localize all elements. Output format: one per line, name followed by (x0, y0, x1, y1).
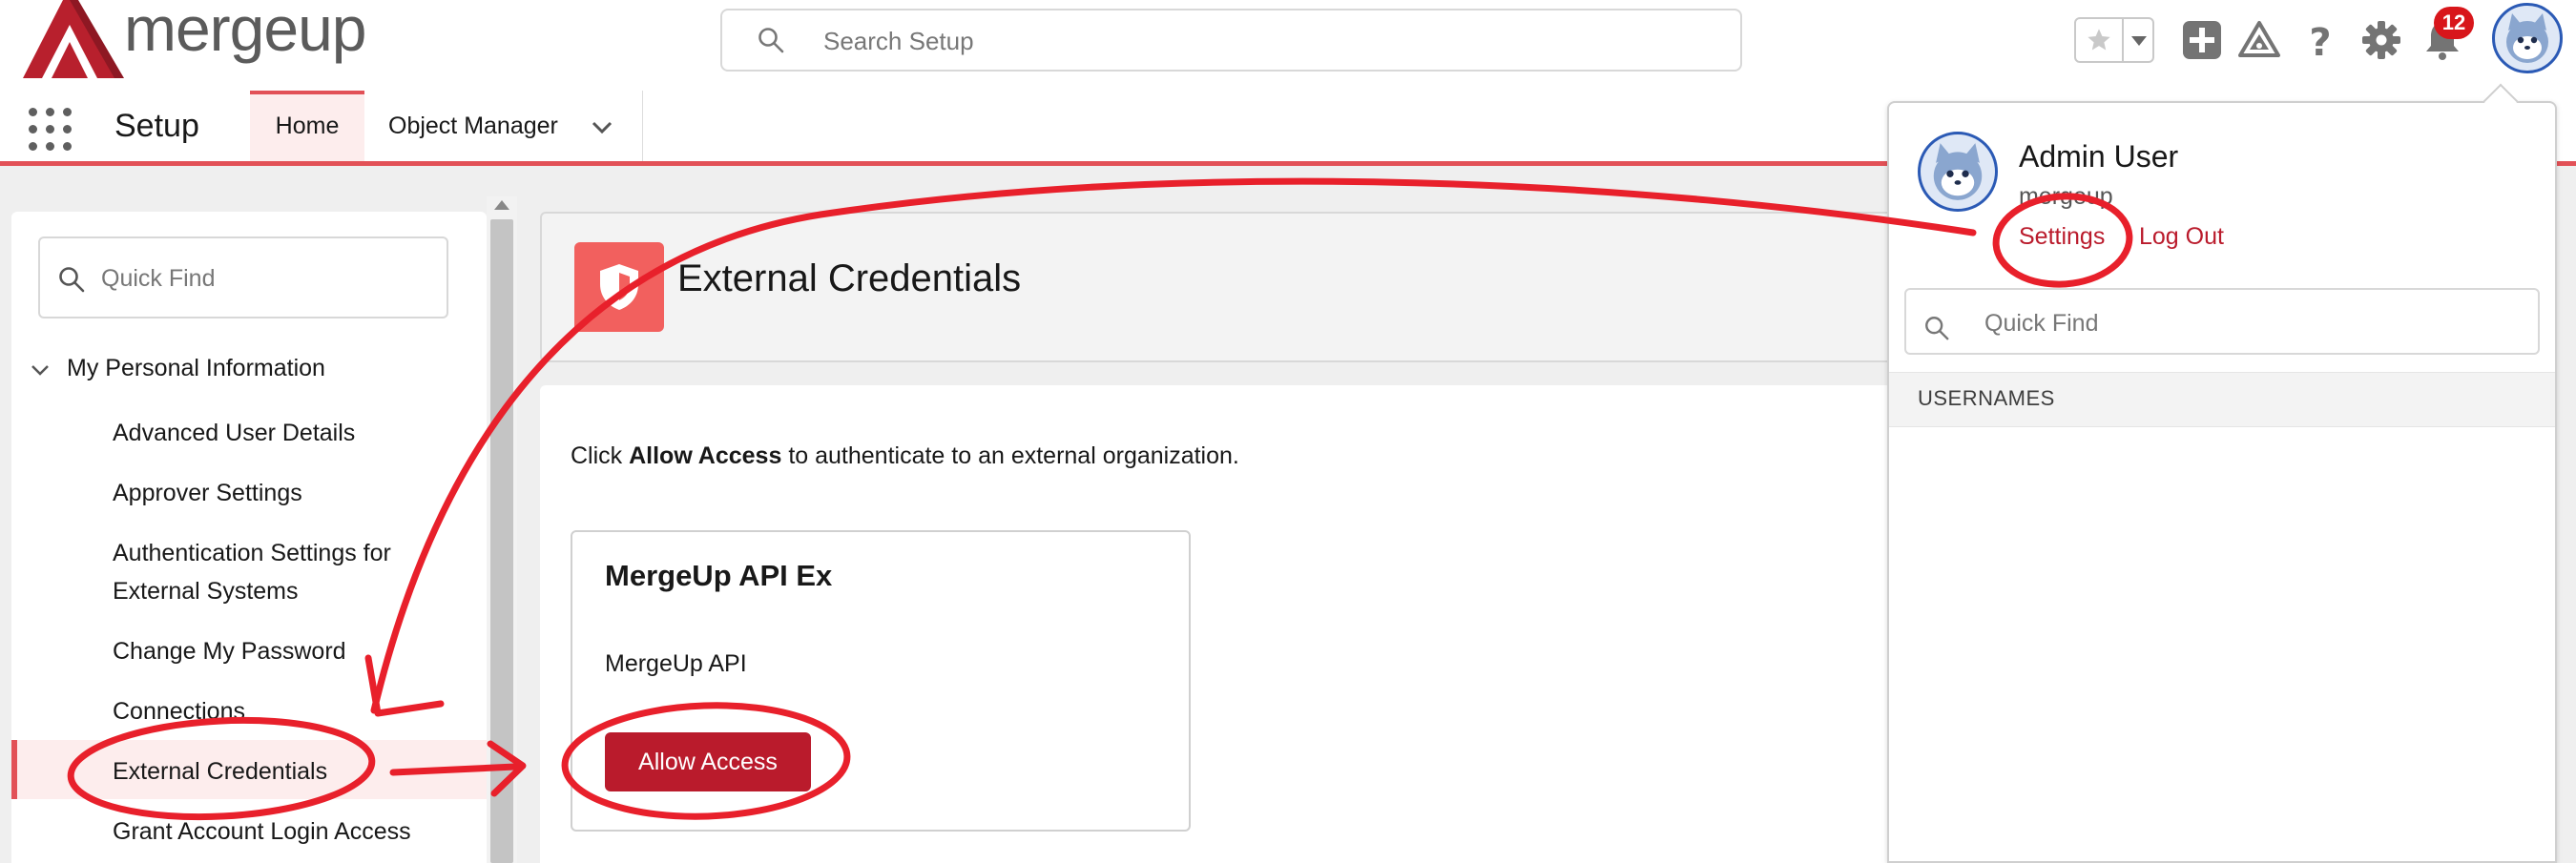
credential-subtitle: MergeUp API (605, 650, 747, 677)
gear-icon[interactable] (2358, 17, 2404, 63)
sidebar-item-label-line1: Authentication Settings for (113, 540, 391, 566)
sidebar-selected-indicator (11, 740, 17, 799)
sidebar-quick-find[interactable] (38, 236, 448, 318)
notification-badge: 12 (2434, 7, 2474, 39)
app-launcher-icon[interactable] (29, 108, 73, 152)
allow-access-button[interactable]: Allow Access (605, 732, 811, 791)
external-credential-card: MergeUp API Ex MergeUp API Allow Access (571, 530, 1191, 832)
sidebar-item-advanced-user-details[interactable]: Advanced User Details (113, 414, 355, 452)
star-icon[interactable] (2086, 27, 2112, 53)
chevron-down-icon[interactable] (2129, 32, 2149, 50)
sidebar-section-label: My Personal Information (67, 355, 325, 381)
chevron-down-icon[interactable] (589, 113, 615, 140)
svg-text:?: ? (2309, 21, 2331, 63)
scrollbar-thumb[interactable] (490, 219, 513, 863)
search-icon (758, 28, 784, 53)
global-search-input[interactable] (821, 18, 1684, 64)
tab-object-manager[interactable]: Object Manager (367, 91, 643, 161)
instruction-text: Click Allow Access to authenticate to an… (571, 442, 1239, 470)
user-name: Admin User (2019, 139, 2179, 174)
panel-quick-find-input[interactable] (1983, 301, 2521, 345)
tab-object-manager-label: Object Manager (388, 113, 558, 139)
usernames-section-label: USERNAMES (1918, 386, 2055, 410)
favorites-divider (2122, 19, 2124, 61)
chevron-down-icon[interactable] (29, 359, 52, 381)
avatar (1918, 132, 1998, 212)
page-title: External Credentials (677, 257, 1022, 299)
sidebar-item-connections[interactable]: Connections (113, 692, 245, 730)
instruction-pre: Click (571, 442, 630, 469)
shield-icon (574, 242, 664, 332)
add-icon[interactable] (2179, 17, 2225, 63)
global-header: mergeup ? (0, 0, 2576, 92)
favorites-group[interactable] (2074, 17, 2154, 63)
avatar-icon (2506, 13, 2548, 63)
avatar-icon (1933, 143, 1983, 200)
sidebar-item-label-line2: External Systems (113, 578, 299, 605)
instruction-post: to authenticate to an external organizat… (781, 442, 1239, 469)
global-search[interactable] (720, 9, 1742, 72)
settings-link[interactable]: Settings (2019, 223, 2105, 251)
app-name: Setup (114, 108, 199, 144)
instruction-bold: Allow Access (629, 442, 782, 469)
search-icon (59, 267, 85, 293)
logout-link[interactable]: Log Out (2139, 223, 2224, 251)
search-icon (1925, 317, 1949, 340)
credential-title: MergeUp API Ex (605, 559, 833, 592)
scroll-up-arrow-icon[interactable] (494, 200, 509, 210)
trailhead-icon[interactable] (2236, 17, 2282, 63)
quick-find-input[interactable] (99, 256, 427, 301)
sidebar-item-external-credentials[interactable]: External Credentials (113, 752, 327, 791)
sidebar-item-change-my-password[interactable]: Change My Password (113, 632, 346, 670)
page-header: External Credentials (540, 212, 1895, 362)
usernames-section-header: USERNAMES (1889, 372, 2555, 427)
panel-quick-find[interactable] (1904, 288, 2540, 355)
help-icon[interactable]: ? (2297, 17, 2343, 63)
avatar[interactable] (2492, 3, 2563, 73)
tab-home[interactable]: Home (250, 91, 364, 161)
logo-icon (23, 0, 124, 78)
sidebar-item-approver-settings[interactable]: Approver Settings (113, 474, 302, 512)
sidebar-scrollbar[interactable] (487, 196, 517, 863)
sidebar-item-grant-account-login-access[interactable]: Grant Account Login Access (113, 812, 411, 851)
logo-text: mergeup (124, 0, 366, 64)
sidebar-item-authentication-settings[interactable]: Authentication Settings for External Sys… (113, 534, 391, 610)
user-org: mergeup (2019, 183, 2113, 210)
user-profile-panel: Admin User mergeup Settings Log Out USER… (1887, 101, 2557, 863)
